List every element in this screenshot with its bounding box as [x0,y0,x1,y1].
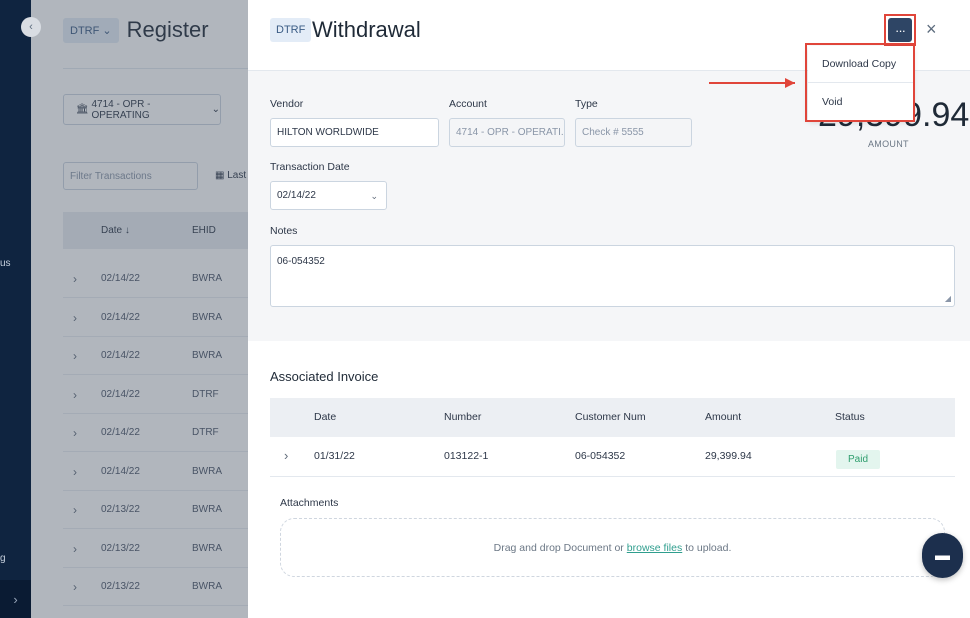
type-label: Type [575,98,598,110]
annotation-highlight-box [884,14,916,46]
sidebar-label[interactable]: us [0,258,11,269]
annotation-arrow-head [785,78,795,88]
ehid-badge: DTRF [270,18,312,42]
sidebar-label[interactable]: g [0,553,6,564]
chevron-left-icon[interactable]: ‹ [21,17,41,37]
close-icon[interactable]: × [926,19,937,40]
panel-title: Withdrawal [312,17,421,42]
transaction-date-label: Transaction Date [270,161,350,173]
sidebar: us g › [0,0,31,618]
attachments-label: Attachments [280,497,339,509]
associated-invoice-title: Associated Invoice [270,369,379,384]
column-header: Amount [705,411,742,423]
invoice-amount: 29,399.94 [705,450,752,462]
vendor-field[interactable]: HILTON WORLDWIDE [270,118,439,147]
transaction-date-select[interactable]: 02/14/22 ⌄ [270,181,387,210]
account-field: 4714 - OPR - OPERATI... [449,118,565,147]
chevron-right-icon[interactable]: › [0,580,31,618]
chat-icon[interactable]: ▬ [922,533,963,578]
invoice-row[interactable]: › 01/31/22 013122-1 06-054352 29,399.94 … [270,437,955,477]
resize-handle-icon[interactable]: ◢ [945,294,951,303]
vendor-label: Vendor [270,98,304,110]
chevron-right-icon[interactable]: › [284,448,288,463]
column-header: Number [444,411,482,423]
column-header: Customer Num [575,411,646,423]
dropzone-text: Drag and drop Document or [493,541,624,554]
invoice-number: 013122-1 [444,450,489,462]
annotation-arrow [709,82,795,84]
annotation-highlight-box [805,43,915,122]
status-badge: Paid [836,450,881,469]
modal-overlay[interactable] [31,0,248,618]
column-header: Status [835,411,865,423]
invoice-table-header: Date Number Customer Num Amount Status [270,398,955,437]
attachment-dropzone[interactable]: Drag and drop Document or browse files t… [280,518,945,577]
invoice-date: 01/31/22 [314,450,355,462]
browse-files-link[interactable]: browse files [627,542,682,554]
invoice-customer-num: 06-054352 [575,450,626,462]
column-header: Date [314,411,337,423]
amount-label: AMOUNT [868,139,909,149]
chevron-down-icon: ⌄ [370,191,378,201]
notes-label: Notes [270,225,298,237]
notes-value: 06-054352 [277,256,325,267]
type-field: Check # 5555 [575,118,692,147]
notes-textarea[interactable]: 06-054352 ◢ [270,245,955,307]
account-label: Account [449,98,487,110]
transaction-date-value: 02/14/22 [277,190,316,201]
dropzone-text: to upload. [685,541,732,554]
